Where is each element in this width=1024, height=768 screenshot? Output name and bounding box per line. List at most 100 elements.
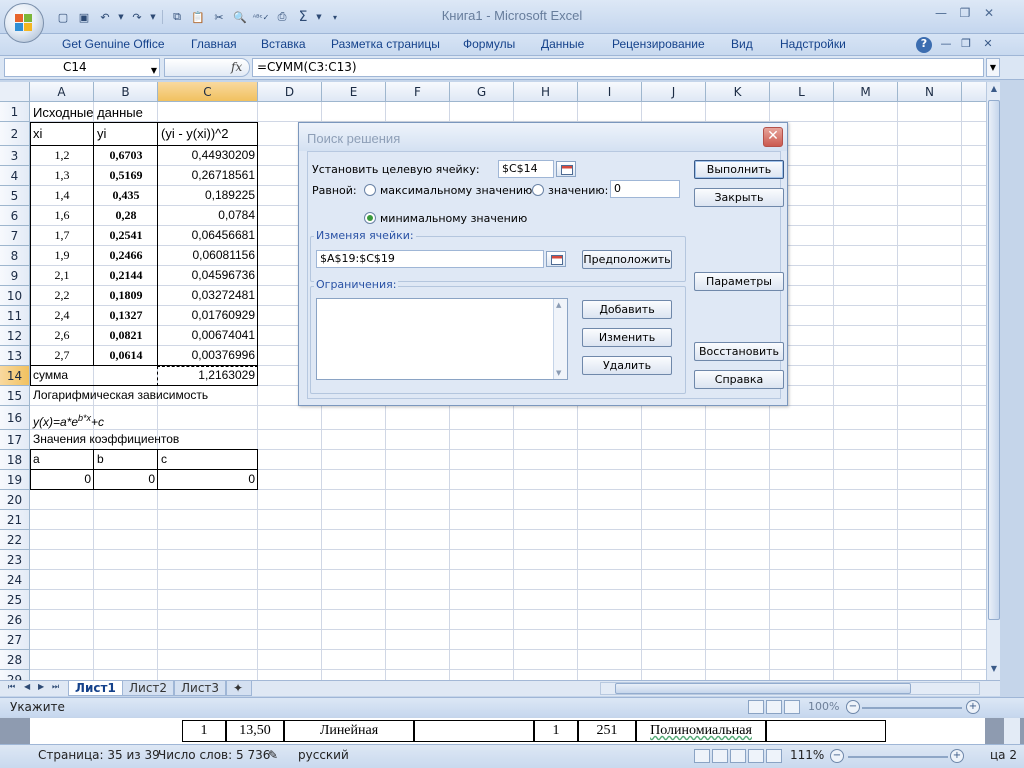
page-layout-view-icon[interactable] bbox=[766, 700, 782, 714]
cell-y[interactable]: 0,5169 bbox=[95, 166, 157, 185]
cell-delta[interactable]: 0,06456681 bbox=[159, 226, 257, 245]
help-icon[interactable]: ? bbox=[916, 37, 932, 53]
row-header[interactable]: 18 bbox=[0, 450, 30, 470]
row-header[interactable]: 1 bbox=[0, 102, 30, 122]
row-header[interactable]: 16 bbox=[0, 406, 30, 430]
row-header[interactable]: 29 bbox=[0, 670, 30, 680]
options-button[interactable]: Параметры bbox=[694, 272, 784, 291]
tab-get-genuine-office[interactable]: Get Genuine Office bbox=[62, 37, 165, 51]
cell-delta[interactable]: 0,00674041 bbox=[159, 326, 257, 345]
cell-x[interactable]: 2,6 bbox=[31, 326, 93, 345]
cell-header-formula[interactable]: (yi - y(xi))^2 bbox=[159, 123, 257, 145]
name-box[interactable]: C14 ▼ bbox=[4, 58, 160, 77]
normal-view-icon[interactable] bbox=[748, 700, 764, 714]
column-header[interactable]: H bbox=[514, 82, 578, 102]
spellcheck-icon[interactable]: ✎ bbox=[268, 748, 278, 762]
row-header[interactable]: 23 bbox=[0, 550, 30, 570]
cell-coeff-header-c[interactable]: c bbox=[159, 450, 257, 469]
cell-x[interactable]: 1,9 bbox=[31, 246, 93, 265]
word-zoom-in-icon[interactable]: + bbox=[950, 749, 964, 763]
word-page-count[interactable]: Страница: 35 из 39 bbox=[38, 748, 160, 762]
doc-minimize-icon[interactable]: — bbox=[938, 37, 954, 53]
constraints-list[interactable]: ▲ ▼ bbox=[316, 298, 568, 380]
cell-delta[interactable]: 0,04596736 bbox=[159, 266, 257, 285]
reset-button[interactable]: Восстановить bbox=[694, 342, 784, 361]
cell-y[interactable]: 0,1809 bbox=[95, 286, 157, 305]
column-header-partial[interactable] bbox=[962, 82, 986, 102]
tab-add-ins[interactable]: Надстройки bbox=[780, 37, 846, 51]
restore-icon[interactable]: ❐ bbox=[954, 6, 976, 24]
cell-y[interactable]: 0,6703 bbox=[95, 146, 157, 165]
row-header[interactable]: 11 bbox=[0, 306, 30, 326]
horizontal-scroll-thumb[interactable] bbox=[615, 683, 911, 694]
help-button[interactable]: Справка bbox=[694, 370, 784, 389]
sheet-tab-3[interactable]: Лист3 bbox=[174, 681, 227, 696]
changing-collapse-icon[interactable] bbox=[546, 251, 566, 267]
word-word-count[interactable]: Число слов: 5 736 bbox=[158, 748, 270, 762]
column-header[interactable]: I bbox=[578, 82, 642, 102]
row-header[interactable]: 7 bbox=[0, 226, 30, 246]
row-header[interactable]: 12 bbox=[0, 326, 30, 346]
cell-x[interactable]: 1,6 bbox=[31, 206, 93, 225]
row-header[interactable]: 19 bbox=[0, 470, 30, 490]
cell-delta[interactable]: 0,03272481 bbox=[159, 286, 257, 305]
radio-max-label[interactable]: максимальному значению bbox=[380, 184, 532, 197]
cell-x[interactable]: 1,7 bbox=[31, 226, 93, 245]
word-web-layout-icon[interactable] bbox=[730, 749, 746, 763]
cell-y[interactable]: 0,0821 bbox=[95, 326, 157, 345]
close-window-icon[interactable]: ✕ bbox=[978, 6, 1000, 24]
dialog-title-bar[interactable]: Поиск решения ✕ bbox=[299, 123, 787, 151]
page-break-view-icon[interactable] bbox=[784, 700, 800, 714]
tab-review[interactable]: Рецензирование bbox=[612, 37, 705, 51]
word-zoom-slider[interactable] bbox=[848, 756, 948, 758]
row-header[interactable]: 21 bbox=[0, 510, 30, 530]
column-header[interactable]: K bbox=[706, 82, 770, 102]
minimize-icon[interactable]: — bbox=[930, 6, 952, 24]
cell-delta[interactable]: 0,0784 bbox=[159, 206, 257, 225]
row-header[interactable]: 22 bbox=[0, 530, 30, 550]
delete-button[interactable]: Удалить bbox=[582, 356, 672, 375]
cell-x[interactable]: 2,2 bbox=[31, 286, 93, 305]
radio-value-label[interactable]: значению: bbox=[548, 184, 608, 197]
row-header[interactable]: 13 bbox=[0, 346, 30, 366]
insert-sheet-icon[interactable]: ✦ bbox=[226, 681, 252, 696]
sheet-tab-1[interactable]: Лист1 bbox=[68, 681, 123, 696]
word-zoom-out-icon[interactable]: − bbox=[830, 749, 844, 763]
constraints-scrollbar[interactable]: ▲ ▼ bbox=[553, 299, 567, 379]
insert-function-icon[interactable]: fx bbox=[231, 60, 242, 74]
row-header[interactable]: 2 bbox=[0, 122, 30, 146]
column-header[interactable]: J bbox=[642, 82, 706, 102]
vertical-scroll-thumb[interactable] bbox=[988, 100, 1000, 620]
row-header[interactable]: 5 bbox=[0, 186, 30, 206]
word-outline-icon[interactable] bbox=[748, 749, 764, 763]
cell-y[interactable]: 0,1327 bbox=[95, 306, 157, 325]
cell-coeff-header-a[interactable]: a bbox=[31, 450, 93, 469]
tab-data[interactable]: Данные bbox=[541, 37, 584, 51]
vertical-scrollbar[interactable]: ▲ ▼ bbox=[986, 82, 1000, 680]
row-header[interactable]: 4 bbox=[0, 166, 30, 186]
sheet-tab-2[interactable]: Лист2 bbox=[122, 681, 175, 696]
change-button[interactable]: Изменить bbox=[582, 328, 672, 347]
column-header[interactable]: A bbox=[30, 82, 94, 102]
cell-delta[interactable]: 0,00376996 bbox=[159, 346, 257, 365]
cell-delta[interactable]: 0,06081156 bbox=[159, 246, 257, 265]
row-header[interactable]: 15 bbox=[0, 386, 30, 406]
cell-y[interactable]: 0,0614 bbox=[95, 346, 157, 365]
dialog-close-icon[interactable]: ✕ bbox=[763, 127, 783, 147]
tab-home[interactable]: Главная bbox=[191, 37, 237, 51]
zoom-slider[interactable] bbox=[862, 707, 962, 709]
radio-min[interactable] bbox=[364, 212, 376, 224]
add-button[interactable]: Добавить bbox=[582, 300, 672, 319]
column-header[interactable]: E bbox=[322, 82, 386, 102]
row-header[interactable]: 8 bbox=[0, 246, 30, 266]
cell-title[interactable]: Исходные данные bbox=[31, 103, 231, 122]
row-header-selected[interactable]: 14 bbox=[0, 366, 30, 386]
row-header[interactable]: 27 bbox=[0, 630, 30, 650]
cell-y[interactable]: 0,2466 bbox=[95, 246, 157, 265]
tab-view[interactable]: Вид bbox=[731, 37, 753, 51]
cell-x[interactable]: 1,4 bbox=[31, 186, 93, 205]
radio-min-label[interactable]: минимальному значению bbox=[380, 212, 527, 225]
doc-close-icon[interactable]: ✕ bbox=[980, 37, 996, 53]
formula-input[interactable]: =СУММ(C3:C13) bbox=[252, 58, 984, 77]
row-header[interactable]: 17 bbox=[0, 430, 30, 450]
